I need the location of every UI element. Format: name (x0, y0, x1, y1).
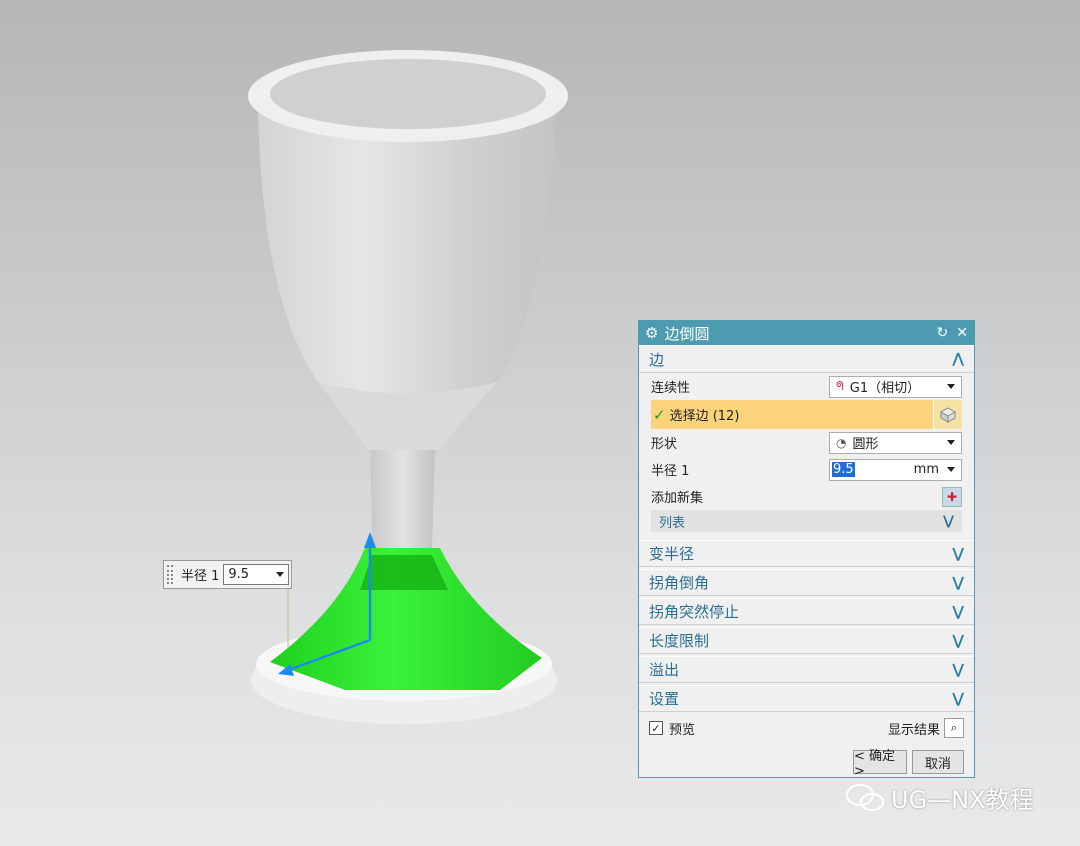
section-edge[interactable]: 边 ⋀ (639, 345, 974, 373)
radius-row: 半径 1 9.5 mm (639, 456, 974, 483)
edge-blend-dialog: ⚙ 边倒圆 ↻ ✕ 边 ⋀ 连续性 ᖗ G1（相切） ✓ 选择边 (12) 形状… (638, 320, 975, 779)
preview-label: 预览 (669, 722, 696, 738)
chevron-down-icon[interactable]: ⋁ (952, 662, 964, 678)
shape-value: 圆形 (852, 437, 879, 452)
collapsed-sections: 变半径 ⋁ 拐角倒角 ⋁ 拐角突然停止 ⋁ 长度限制 ⋁ 溢出 ⋁ 设置 ⋁ (639, 540, 974, 712)
continuity-select[interactable]: ᖗ G1（相切） (829, 375, 962, 398)
add-new-set-icon[interactable]: ✚ (942, 486, 962, 507)
show-result-label: 显示结果 (887, 722, 940, 738)
radius-value[interactable]: 9.5 (832, 462, 855, 477)
preview-checkbox[interactable]: ✓ (649, 721, 663, 735)
chevron-down-icon (947, 384, 955, 389)
watermark-text: UG—NX教程 (891, 786, 1034, 814)
list-toggle[interactable]: 列表 ⋁ (651, 510, 962, 532)
chevron-up-icon[interactable]: ⋀ (952, 351, 964, 367)
check-icon: ✓ (653, 405, 666, 424)
select-edge-label: 选择边 (12) (669, 409, 740, 424)
add-set-row: 添加新集 ✚ (639, 483, 974, 510)
radius-field[interactable]: 9.5 mm (829, 458, 962, 481)
wechat-icon (846, 783, 884, 811)
chevron-down-icon[interactable]: ⋁ (952, 604, 964, 620)
list-label: 列表 (659, 515, 686, 531)
chevron-down-icon[interactable] (947, 467, 955, 472)
chevron-down-icon (947, 440, 955, 445)
section-label: 溢出 (649, 661, 680, 679)
continuity-value: G1（相切） (849, 381, 921, 396)
radius-unit: mm (913, 462, 939, 477)
add-set-label: 添加新集 (651, 491, 704, 506)
section-label: 长度限制 (649, 632, 710, 650)
section-collapsed[interactable]: 溢出 ⋁ (639, 656, 974, 683)
dynamic-radius-label: 半径 1 (181, 569, 220, 584)
section-edge-label: 边 (649, 350, 665, 369)
chevron-down-icon[interactable]: ⋁ (952, 633, 964, 649)
chevron-down-icon[interactable]: ⋁ (952, 546, 964, 562)
section-collapsed[interactable]: 长度限制 ⋁ (639, 627, 974, 654)
section-collapsed[interactable]: 设置 ⋁ (639, 685, 974, 712)
section-label: 拐角突然停止 (649, 603, 740, 621)
ok-button[interactable]: < 确定 > (853, 749, 907, 779)
continuity-icon: ᖗ (836, 379, 844, 393)
section-collapsed[interactable]: 拐角突然停止 ⋁ (639, 598, 974, 625)
dynamic-radius-value: 9.5 (228, 567, 250, 582)
show-result-icon[interactable]: ⌕ (944, 718, 964, 738)
section-label: 设置 (649, 690, 680, 708)
radius-dynamic-input[interactable]: 半径 1 9.5 (163, 560, 292, 589)
shape-icon: ◔ (836, 435, 847, 450)
shape-select[interactable]: ◔ 圆形 (829, 431, 962, 454)
cube-icon[interactable] (933, 400, 962, 429)
chevron-down-icon[interactable]: ⋁ (943, 514, 954, 529)
reset-icon[interactable]: ↻ (937, 325, 949, 341)
section-label: 拐角倒角 (649, 574, 710, 592)
section-collapsed[interactable]: 拐角倒角 ⋁ (639, 569, 974, 596)
dialog-footer-options: ✓ 预览 显示结果 ⌕ (639, 714, 974, 742)
dialog-title: 边倒圆 (664, 324, 710, 343)
chevron-down-icon[interactable] (276, 572, 285, 577)
dynamic-radius-field[interactable]: 9.5 (223, 564, 290, 585)
watermark: UG—NX教程 (845, 780, 1034, 815)
shape-row: 形状 ◔ 圆形 (639, 429, 974, 456)
dialog-titlebar[interactable]: ⚙ 边倒圆 ↻ ✕ (639, 321, 974, 345)
select-edge-row[interactable]: ✓ 选择边 (12) (651, 400, 962, 429)
gear-icon: ⚙ (645, 324, 659, 342)
chevron-down-icon[interactable]: ⋁ (952, 691, 964, 707)
continuity-row: 连续性 ᖗ G1（相切） (639, 373, 974, 400)
section-collapsed[interactable]: 变半径 ⋁ (639, 540, 974, 567)
close-icon[interactable]: ✕ (956, 325, 968, 341)
cancel-button[interactable]: 取消 (912, 750, 964, 774)
drag-handle[interactable] (167, 565, 173, 584)
section-label: 变半径 (649, 545, 695, 563)
chevron-down-icon[interactable]: ⋁ (952, 575, 964, 591)
dialog-buttons: < 确定 > 取消 (639, 748, 974, 779)
